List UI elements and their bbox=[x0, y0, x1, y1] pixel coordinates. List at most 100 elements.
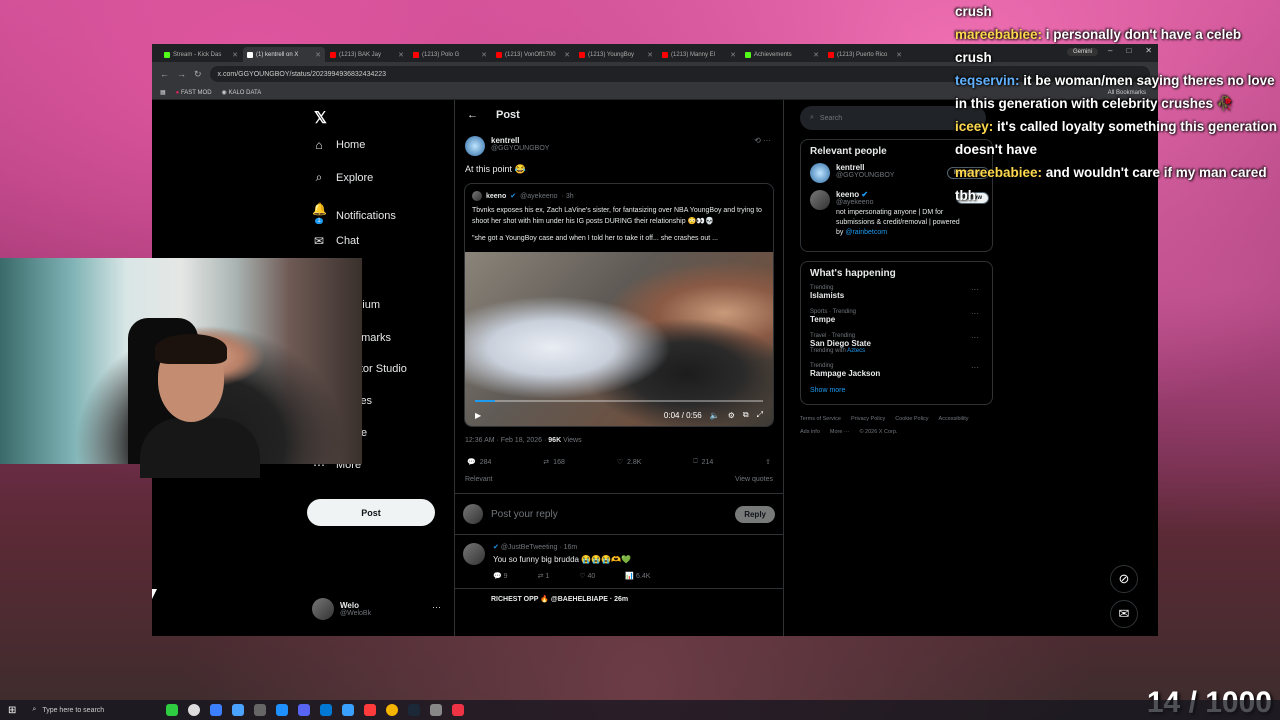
play-icon[interactable]: ▶ bbox=[475, 411, 481, 420]
volume-icon[interactable]: 🔈 bbox=[710, 411, 720, 420]
tab-close-icon[interactable]: ✕ bbox=[896, 51, 902, 59]
video-progress[interactable] bbox=[475, 400, 763, 402]
app-icon[interactable] bbox=[188, 704, 201, 716]
more-icon[interactable]: ··· bbox=[971, 285, 979, 294]
back-arrow-icon[interactable]: ← bbox=[467, 109, 478, 121]
avatar[interactable] bbox=[463, 543, 485, 565]
footer-link[interactable]: Cookie Policy bbox=[895, 413, 928, 426]
nav-item-notifications[interactable]: 🔔1 Notifications bbox=[312, 202, 396, 230]
reply-handle[interactable]: @JustBeTweeting bbox=[501, 544, 558, 551]
trend-name: Tempe bbox=[810, 315, 836, 324]
reply-input[interactable]: Post your reply bbox=[491, 509, 558, 520]
app-icon[interactable] bbox=[232, 704, 245, 716]
tab-close-icon[interactable]: ✕ bbox=[398, 51, 404, 59]
footer-link[interactable]: Privacy Policy bbox=[851, 413, 885, 426]
tab-close-icon[interactable]: ✕ bbox=[564, 51, 570, 59]
trend-item[interactable]: Travel · Trending San Diego State ··· Trend… bbox=[810, 333, 983, 354]
reply-reply-action[interactable]: 💬 9 bbox=[493, 572, 508, 580]
app-icon[interactable] bbox=[166, 704, 179, 716]
reload-icon[interactable]: ↻ bbox=[194, 69, 202, 80]
bio-link[interactable]: @rainbetcom bbox=[845, 229, 887, 236]
reply-item[interactable]: ✔ @JustBeTweeting · 16m You so funny big… bbox=[455, 535, 783, 589]
bookmark-action[interactable]: ⎕ 214 bbox=[693, 458, 713, 466]
app-icon[interactable] bbox=[320, 704, 333, 716]
show-more-link[interactable]: Show more bbox=[810, 387, 983, 394]
settings-icon[interactable]: ⚙ bbox=[728, 411, 735, 420]
steam-icon[interactable] bbox=[408, 704, 421, 716]
reply-action[interactable]: 💬 284 bbox=[467, 458, 492, 467]
avatar[interactable] bbox=[465, 136, 485, 156]
back-icon[interactable]: ← bbox=[160, 69, 169, 79]
tab-close-icon[interactable]: ✕ bbox=[647, 51, 653, 59]
footer-link[interactable]: © 2026 X Corp. bbox=[859, 426, 897, 439]
footer-link[interactable]: Ads info bbox=[800, 426, 820, 439]
app-icon[interactable] bbox=[254, 704, 267, 716]
pip-icon[interactable]: ⧉ bbox=[743, 410, 749, 420]
browser-tab[interactable]: Achievements ✕ bbox=[741, 47, 823, 62]
post-button[interactable]: Post bbox=[307, 499, 435, 526]
account-switcher[interactable]: Welo @WeloBk ··· bbox=[312, 598, 441, 620]
bookmark-kalo-data[interactable]: ◉ KALO DATA bbox=[222, 89, 262, 96]
reply-button[interactable]: Reply bbox=[735, 505, 775, 523]
app-icon[interactable] bbox=[452, 704, 465, 716]
grok-fab-icon[interactable]: ⊘ bbox=[1110, 565, 1138, 593]
footer-link[interactable]: More ··· bbox=[830, 426, 850, 439]
more-icon[interactable]: ··· bbox=[971, 333, 979, 342]
taskbar-search[interactable]: ⌕ Type here to search bbox=[26, 702, 156, 718]
trend-sub-link[interactable]: Aztecs bbox=[847, 348, 865, 354]
browser-tab[interactable]: (1213) BAK Jay ✕ bbox=[326, 47, 408, 62]
apps-icon[interactable]: ▦ bbox=[160, 89, 166, 96]
app-icon[interactable] bbox=[276, 704, 289, 716]
video-player[interactable]: ▶ 0:04 / 0:56 🔈 ⚙ ⧉ ⤢ bbox=[465, 252, 773, 426]
fullscreen-icon[interactable]: ⤢ bbox=[757, 410, 763, 420]
bookmark-fast-mod[interactable]: ● FAST MOD bbox=[176, 90, 212, 96]
app-icon[interactable] bbox=[364, 704, 377, 716]
browser-tab[interactable]: (1) kentrell on X ✕ bbox=[243, 47, 325, 62]
nav-item-chat[interactable]: ✉ Chat bbox=[312, 234, 359, 248]
nav-item-explore[interactable]: ⌕ Explore bbox=[312, 170, 374, 185]
view-quotes-link[interactable]: View quotes bbox=[735, 476, 773, 483]
forward-icon[interactable]: → bbox=[177, 69, 186, 79]
nav-item-home[interactable]: ⌂ Home bbox=[312, 138, 365, 152]
app-icon[interactable] bbox=[342, 704, 355, 716]
start-icon[interactable]: ⊞ bbox=[8, 705, 16, 716]
reply-count: 284 bbox=[479, 458, 492, 466]
footer-link[interactable]: Accessibility bbox=[939, 413, 969, 426]
quoted-post[interactable]: keeno ✔ @ayekeeno · 3h Tbvnks exposes hi… bbox=[464, 183, 774, 427]
app-icon[interactable] bbox=[210, 704, 223, 716]
relevant-dropdown[interactable]: Relevant bbox=[465, 476, 493, 483]
tab-close-icon[interactable]: ✕ bbox=[730, 51, 736, 59]
browser-tab[interactable]: (1213) Manny El ✕ bbox=[658, 47, 740, 62]
share-action[interactable]: ⇪ bbox=[765, 458, 771, 466]
reply-views[interactable]: 📊 6.4K bbox=[625, 572, 650, 580]
author-name[interactable]: kentrell bbox=[491, 136, 549, 145]
like-action[interactable]: ♡ 2.8K bbox=[617, 458, 642, 467]
tab-close-icon[interactable]: ✕ bbox=[315, 51, 321, 59]
repost-action[interactable]: ⇄ 168 bbox=[543, 458, 565, 467]
discord-icon[interactable] bbox=[298, 704, 311, 716]
footer-link[interactable]: Terms of Service bbox=[800, 413, 841, 426]
browser-tab[interactable]: (1213) YoungBoy ✕ bbox=[575, 47, 657, 62]
author-handle[interactable]: @GGYOUNGBOY bbox=[491, 145, 549, 152]
browser-tab[interactable]: (1213) Puerto Rico ✕ bbox=[824, 47, 906, 62]
trend-item[interactable]: Trending Islamists ··· bbox=[810, 285, 983, 300]
browser-tab[interactable]: Stream - Kick Das ✕ bbox=[160, 47, 242, 62]
browser-tab[interactable]: (1213) VonOff1700 ✕ bbox=[492, 47, 574, 62]
more-icon[interactable]: ··· bbox=[432, 602, 441, 612]
tab-close-icon[interactable]: ✕ bbox=[481, 51, 487, 59]
trend-item[interactable]: Sports · Trending Tempe ··· bbox=[810, 309, 983, 324]
tab-close-icon[interactable]: ✕ bbox=[813, 51, 819, 59]
tab-close-icon[interactable]: ✕ bbox=[232, 51, 238, 59]
reply-like-action[interactable]: ♡ 40 bbox=[579, 572, 595, 580]
x-logo[interactable]: 𝕏 bbox=[314, 108, 327, 128]
grok-icon[interactable]: ⟲ ··· bbox=[754, 136, 771, 145]
messages-fab-icon[interactable]: ✉ bbox=[1110, 600, 1138, 628]
next-reply[interactable]: RICHEST OPP 🔥 @BAEHELBIAPE · 26m bbox=[455, 589, 783, 609]
browser-tab[interactable]: (1213) Polo G ✕ bbox=[409, 47, 491, 62]
more-icon[interactable]: ··· bbox=[971, 309, 979, 318]
app-icon[interactable] bbox=[430, 704, 443, 716]
more-icon[interactable]: ··· bbox=[971, 363, 979, 372]
trend-item[interactable]: Trending Rampage Jackson ··· bbox=[810, 363, 983, 378]
reply-repost-action[interactable]: ⇄ 1 bbox=[538, 572, 550, 580]
chrome-icon[interactable] bbox=[386, 704, 399, 716]
